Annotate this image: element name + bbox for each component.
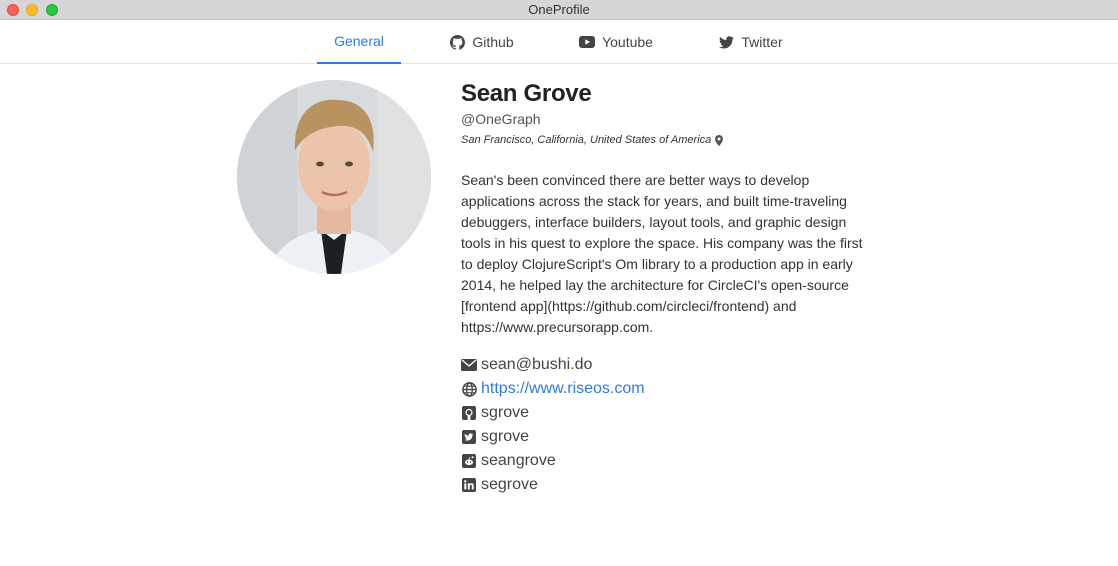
youtube-icon — [579, 36, 596, 48]
linkedin-username[interactable]: segrove — [481, 476, 538, 494]
tab-youtube[interactable]: Youtube — [570, 20, 662, 64]
twitter-square-icon — [461, 429, 477, 445]
tab-general[interactable]: General — [317, 20, 401, 64]
map-marker-icon — [715, 134, 724, 146]
tab-twitter-label: Twitter — [741, 34, 783, 50]
envelope-icon — [461, 357, 477, 373]
github-icon — [450, 34, 466, 50]
profile-bio: Sean's been convinced there are better w… — [461, 172, 863, 335]
globe-icon — [461, 381, 477, 397]
github-username[interactable]: sgrove — [481, 404, 529, 422]
window-title: OneProfile — [528, 2, 590, 17]
contact-email: sean@bushi.do — [461, 353, 881, 377]
tab-bar: General Github Youtube Twitter — [0, 20, 1118, 64]
twitter-username[interactable]: sgrove — [481, 428, 529, 446]
reddit-username[interactable]: seangrove — [481, 452, 556, 470]
profile-handle: @OneGraph — [461, 111, 541, 127]
website-link[interactable]: https://www.riseos.com — [481, 380, 645, 398]
linkedin-icon — [461, 477, 477, 493]
contact-twitter: sgrove — [461, 425, 881, 449]
contact-reddit: seangrove — [461, 449, 881, 473]
contact-linkedin: segrove — [461, 473, 881, 497]
tab-twitter[interactable]: Twitter — [708, 20, 794, 64]
tab-github[interactable]: Github — [440, 20, 524, 64]
reddit-square-icon — [461, 453, 477, 469]
contact-github: sgrove — [461, 401, 881, 425]
profile-name: Sean Grove — [461, 80, 592, 107]
avatar — [237, 80, 431, 274]
location-text: San Francisco, California, United States… — [461, 134, 712, 146]
profile-details: Sean Grove @OneGraph San Francisco, Cali… — [461, 78, 881, 497]
tab-github-label: Github — [472, 34, 514, 50]
github-square-icon — [461, 405, 477, 421]
twitter-icon — [719, 35, 735, 48]
contact-website: https://www.riseos.com — [461, 377, 881, 401]
contact-list: sean@bushi.do https://www.riseos.com sgr… — [461, 353, 881, 497]
title-bar: OneProfile — [0, 0, 1118, 20]
email-text[interactable]: sean@bushi.do — [481, 356, 592, 374]
tab-general-label: General — [334, 33, 384, 49]
profile-location: San Francisco, California, United States… — [461, 133, 881, 147]
tab-youtube-label: Youtube — [602, 34, 653, 50]
profile-photo — [237, 80, 431, 274]
